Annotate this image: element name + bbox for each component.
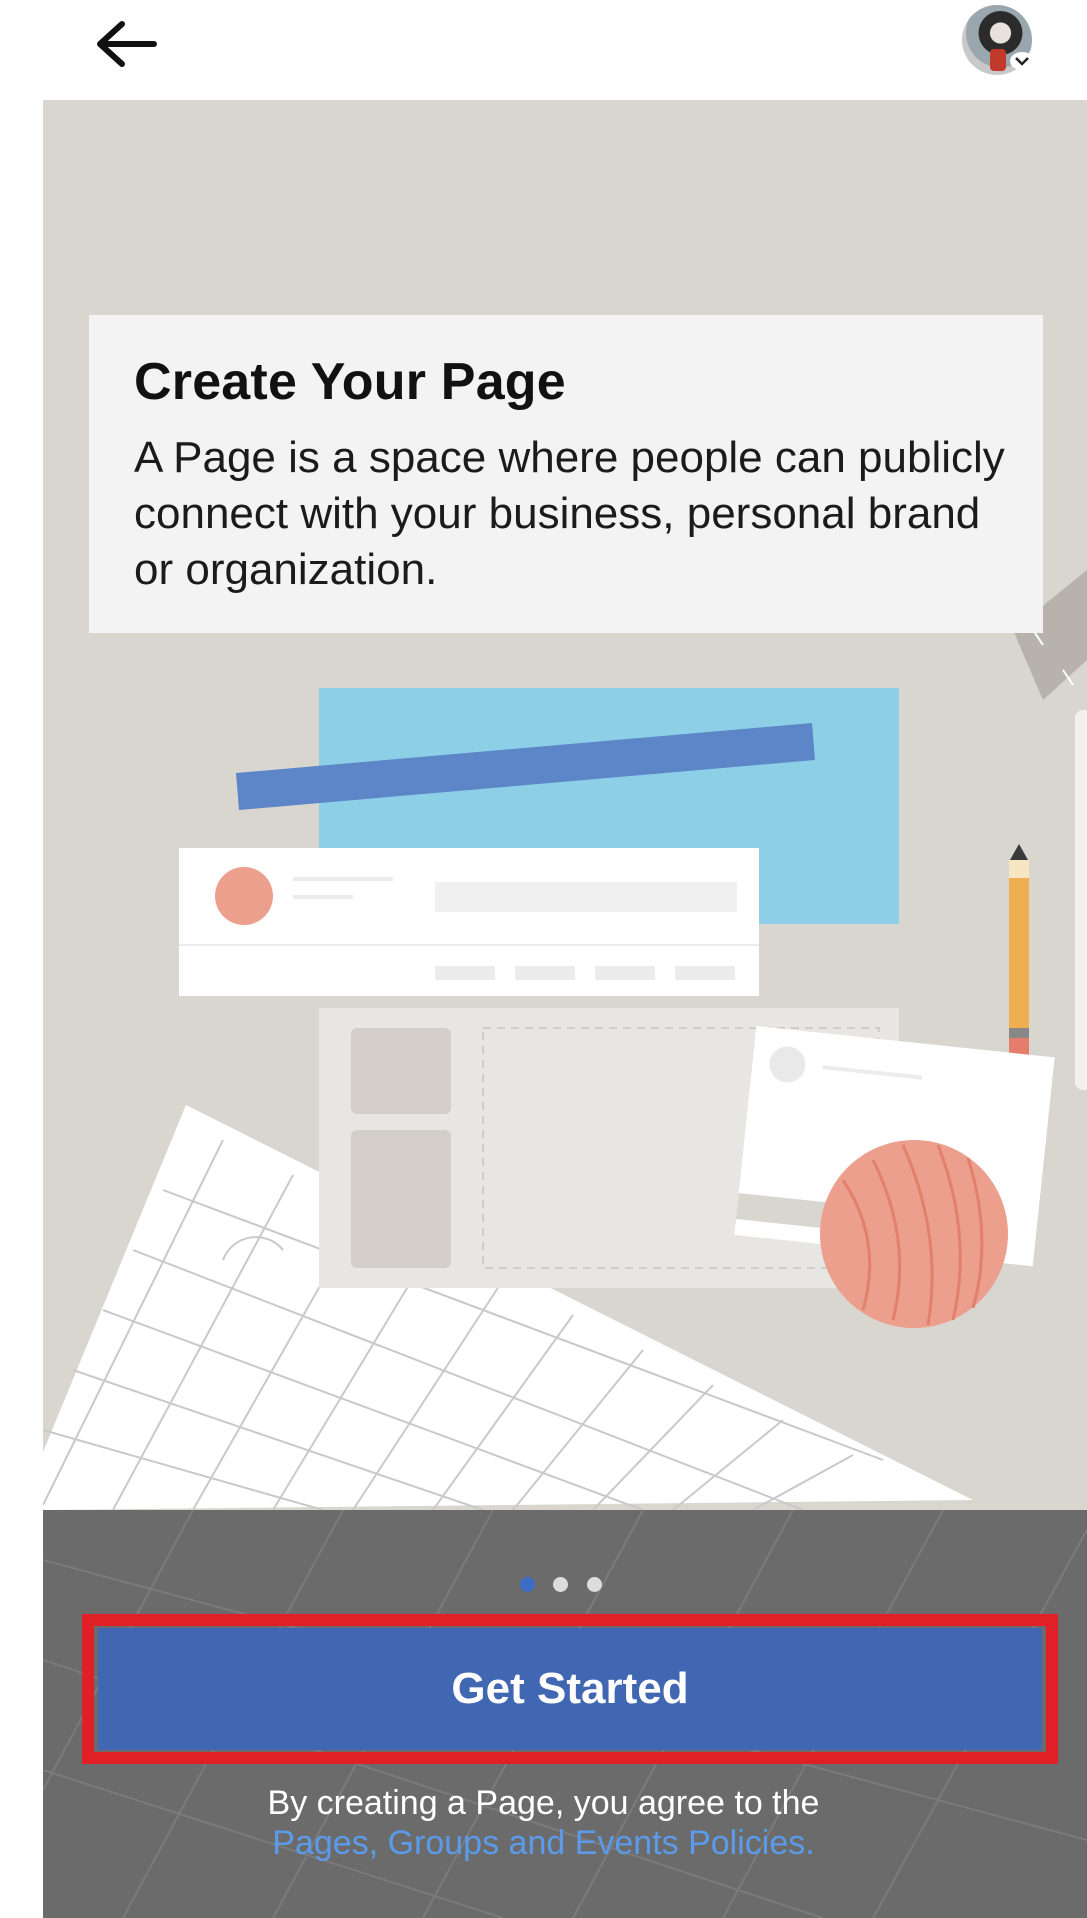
get-started-button[interactable]: Get Started	[98, 1628, 1042, 1750]
yarn-ball-illustration	[820, 1140, 1008, 1328]
top-bar	[0, 0, 1087, 100]
policies-link[interactable]: Pages, Groups and Events Policies.	[0, 1820, 1087, 1866]
hero-illustration	[43, 100, 1087, 1510]
carousel-dot-3	[586, 1577, 602, 1592]
chevron-down-icon[interactable]	[1010, 52, 1034, 70]
pencil-illustration	[1009, 844, 1029, 1058]
profile-card-illustration	[179, 848, 759, 996]
carousel-indicator	[520, 1577, 616, 1593]
carousel-dot-2	[553, 1577, 569, 1592]
carousel-dot-1	[520, 1577, 535, 1592]
page-title: Create Your Page	[134, 353, 566, 411]
arrow-left-icon[interactable]	[92, 18, 162, 70]
intro-description: A Page is a space where people can publi…	[134, 433, 1005, 594]
